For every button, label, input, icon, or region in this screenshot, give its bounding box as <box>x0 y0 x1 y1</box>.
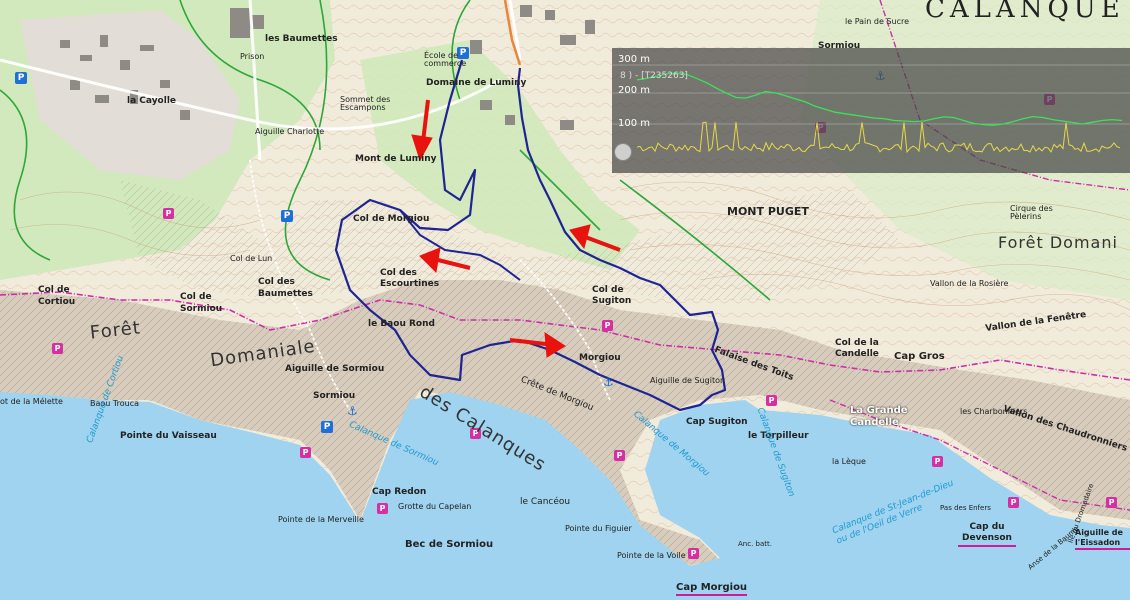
label-domaine-luminy: Domaine de Luminy <box>426 78 527 88</box>
poi-icon[interactable]: P <box>1106 497 1117 508</box>
parking-icon[interactable]: P <box>281 210 293 222</box>
label-grotte-capelan: Grotte du Capelan <box>398 502 472 511</box>
anchor-icon: ⚓ <box>347 404 358 418</box>
label-foret-domaniale-east: Forêt Domani <box>998 233 1118 252</box>
label-grande-candelle: La Grande Candelle <box>850 405 908 428</box>
label-aiguille-sormiou: Aiguille de Sormiou <box>285 364 385 374</box>
label-col-cortiou: Col de Cortiou <box>38 285 76 307</box>
label-anc-batt: Anc. batt. <box>738 540 772 548</box>
elevation-profile-panel[interactable]: 300 m 200 m 100 m 8 ) - [T235263] <box>612 48 1130 173</box>
label-la-melette: ot de la Mélette <box>0 397 63 406</box>
label-sormiou: Sormiou <box>313 391 356 401</box>
label-pointe-merveille: Pointe de la Merveille <box>278 515 364 524</box>
parking-icon[interactable]: P <box>15 72 27 84</box>
poi-icon[interactable]: P <box>163 208 174 219</box>
poi-icon[interactable]: P <box>932 456 943 467</box>
poi-icon[interactable]: P <box>300 447 311 458</box>
profile-label-200: 200 m <box>618 85 651 96</box>
title-calanques: CALANQUE <box>925 0 1125 24</box>
profile-label-100: 100 m <box>618 118 651 129</box>
profile-track-name: 8 ) - [T235263] <box>620 71 688 81</box>
label-aiguille-sugiton: Aiguille de Sugiton <box>650 376 726 385</box>
label-pointe-figuier: Pointe du Figuier <box>565 524 632 533</box>
label-col-morgiou: Col de Morgiou <box>353 214 430 224</box>
label-pain-de-sucre: le Pain de Sucre <box>845 17 910 26</box>
poi-icon[interactable]: P <box>377 503 388 514</box>
label-canceou: le Cancéou <box>520 497 571 507</box>
label-mont-luminy: Mont de Luminy <box>355 154 437 164</box>
label-la-cayolle: la Cayolle <box>127 96 177 106</box>
label-col-baumettes: Col des Baumettes <box>258 277 313 299</box>
poi-icon[interactable]: P <box>766 395 777 406</box>
topographic-map[interactable]: P P P P P P P P P P P P P P P P P P ⚓ ⚓ … <box>0 0 1130 600</box>
speed-line <box>636 121 1121 154</box>
label-cap-gros: Cap Gros <box>894 351 945 362</box>
label-cap-sugiton: Cap Sugiton <box>686 417 748 427</box>
label-les-baumettes: les Baumettes <box>265 34 338 44</box>
label-sommet-escampons: Sommet des Escampons <box>340 95 391 112</box>
elevation-line <box>636 72 1123 126</box>
profile-toggle-button[interactable] <box>614 143 632 161</box>
label-pas-enfers: Pas des Enfers <box>940 504 991 512</box>
label-cap-morgiou: Cap Morgiou <box>676 583 748 596</box>
label-la-leque: la Lèque <box>832 457 866 466</box>
label-foret: Forêt <box>88 317 142 344</box>
label-pointe-vaisseau: Pointe du Vaisseau <box>120 431 217 441</box>
poi-icon[interactable]: P <box>602 320 613 331</box>
elevation-profile-chart <box>612 64 1130 154</box>
poi-icon[interactable]: P <box>688 548 699 559</box>
label-col-sormiou: Col de Sormiou <box>180 292 223 314</box>
label-le-torpilleur: le Torpilleur <box>748 431 809 441</box>
label-vallon-rosiere: Vallon de la Rosière <box>930 279 1009 288</box>
poi-icon[interactable]: P <box>1008 497 1019 508</box>
label-cap-devenson: Cap du Devenson <box>958 522 1016 547</box>
label-col-lun: Col de Lun <box>230 254 273 263</box>
label-cap-redon: Cap Redon <box>372 487 427 497</box>
parking-icon[interactable]: P <box>321 421 333 433</box>
label-mont-puget: MONT PUGET <box>727 205 809 218</box>
label-prison: Prison <box>240 52 265 61</box>
label-col-sugiton: Col de Sugiton <box>592 285 632 306</box>
poi-icon[interactable]: P <box>614 450 625 461</box>
label-morgiou: Morgiou <box>579 353 621 363</box>
label-col-candelle: Col de la Candelle <box>835 338 879 359</box>
label-baou-rond: le Baou Rond <box>368 319 435 329</box>
profile-label-300: 300 m <box>618 54 651 65</box>
label-aiguille-charlotte: Aiguille Charlotte <box>255 127 325 136</box>
label-pointe-voile: Pointe de la Voile <box>617 551 686 560</box>
label-aiguille-eissadon: Aiguille de l'Eissadon <box>1075 528 1130 551</box>
label-ecole-commerce: École de commerce <box>424 51 467 68</box>
anchor-icon: ⚓ <box>603 375 614 389</box>
label-cirque-pelerins: Cirque des Pèlerins <box>1010 204 1053 221</box>
label-col-escourtines: Col des Escourtines <box>380 268 440 289</box>
poi-icon[interactable]: P <box>52 343 63 354</box>
label-bec-sormiou: Bec de Sormiou <box>405 539 494 550</box>
